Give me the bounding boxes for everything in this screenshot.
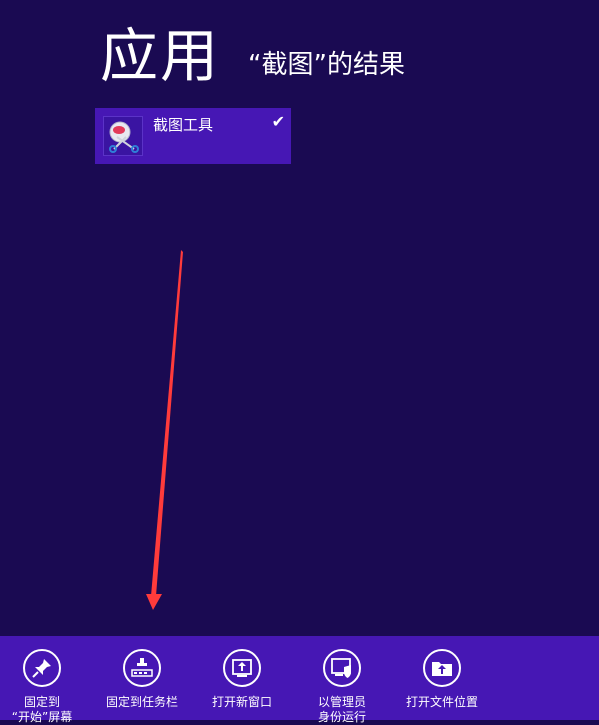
open-new-window-button[interactable]: 打开新窗口 xyxy=(192,636,292,720)
open-file-location-button[interactable]: 打开文件位置 xyxy=(392,636,492,720)
pin-icon xyxy=(23,649,61,687)
taskbar-icon xyxy=(123,649,161,687)
pin-to-taskbar-label: 固定到任务栏 xyxy=(105,695,178,709)
open-folder-icon xyxy=(423,649,461,687)
run-as-admin-button[interactable]: 以管理员 身份运行 xyxy=(292,636,392,724)
pin-to-start-button[interactable]: 固定到 “开始”屏幕 xyxy=(0,636,92,724)
result-app-name: 截图工具 xyxy=(153,116,214,134)
app-bar: 固定到 “开始”屏幕 固定到任务栏 打开新窗口 以管理员 身份运行 打开文件位置 xyxy=(0,636,599,724)
annotation-arrow xyxy=(146,250,183,610)
admin-shield-icon xyxy=(323,649,361,687)
search-query-subtitle: “截图”的结果 xyxy=(248,50,405,80)
pin-to-start-label: 固定到 “开始”屏幕 xyxy=(11,695,73,724)
search-results-header: 应用 “截图”的结果 xyxy=(100,18,405,88)
annotation-arrow-head xyxy=(146,594,162,610)
check-icon: ✔ xyxy=(271,112,285,131)
new-window-icon xyxy=(223,649,261,687)
pin-to-taskbar-button[interactable]: 固定到任务栏 xyxy=(92,636,192,720)
run-as-admin-label: 以管理员 身份运行 xyxy=(317,695,366,724)
annotation-arrow-shaft xyxy=(151,250,183,596)
open-new-window-label: 打开新窗口 xyxy=(211,695,272,709)
open-file-location-label: 打开文件位置 xyxy=(405,695,478,709)
page-title: 应用 xyxy=(100,22,221,90)
search-result-snipping-tool[interactable]: 截图工具 ✔ xyxy=(95,108,291,164)
snipping-tool-icon xyxy=(103,116,143,156)
